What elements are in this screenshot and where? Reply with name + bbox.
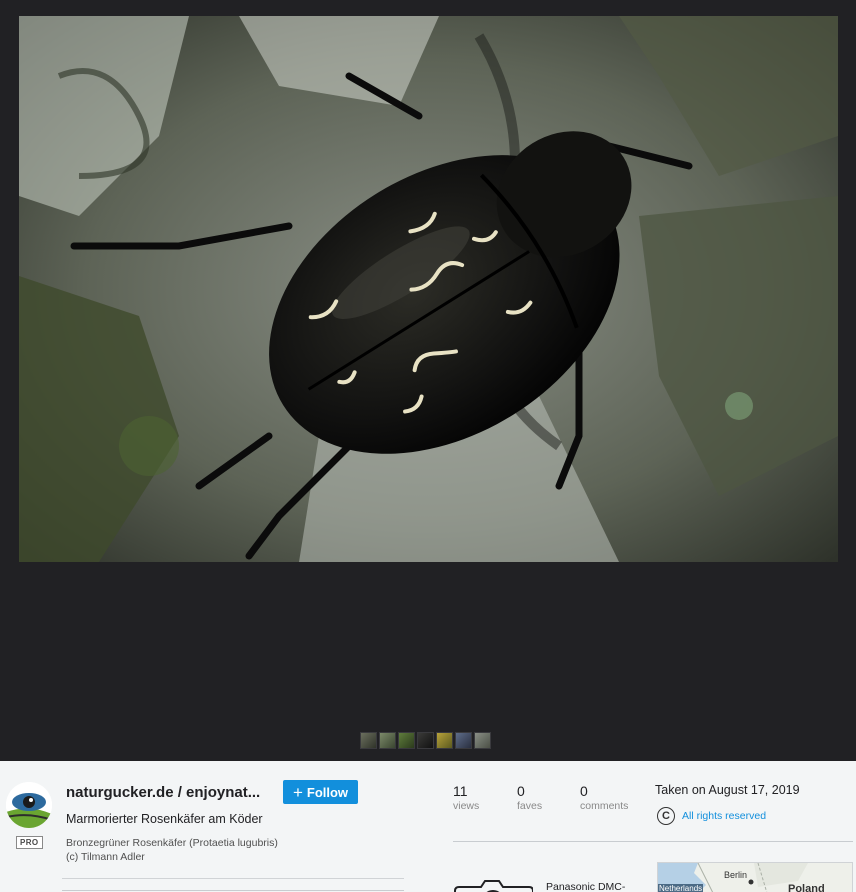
faves-label: faves <box>517 800 543 812</box>
thumbnail[interactable] <box>455 732 472 749</box>
owner-name[interactable]: naturgucker.de / enjoynat... <box>66 784 270 801</box>
views-label: views <box>453 800 480 812</box>
divider <box>62 878 404 879</box>
photo-title: Marmorierter Rosenkäfer am Köder <box>66 812 263 826</box>
map-label-netherlands: Netherlands <box>658 884 704 892</box>
eye-logo-icon <box>6 782 52 828</box>
pro-badge: PRO <box>16 836 43 849</box>
views-count: 11 <box>453 783 468 799</box>
faves-stat: 0 faves <box>517 783 542 812</box>
faves-count: 0 <box>517 783 525 799</box>
description-line: (c) Tilmann Adler <box>66 851 145 863</box>
follow-label: Follow <box>306 784 349 800</box>
camera-name[interactable]: Panasonic DMC- <box>546 881 625 892</box>
map-label-berlin: Berlin <box>724 870 748 880</box>
camera-icon <box>454 880 533 892</box>
avatar[interactable] <box>6 782 52 828</box>
plus-icon: + <box>292 782 303 802</box>
thumbnail[interactable] <box>474 732 491 749</box>
comments-stat: 0 comments <box>580 783 628 812</box>
description-line: Bronzegrüner Rosenkäfer (Protaetia lugub… <box>66 837 278 849</box>
copyright-icon: C <box>657 807 675 825</box>
license-text[interactable]: All rights reserved <box>682 810 766 822</box>
thumbnail[interactable] <box>436 732 453 749</box>
map-label-poland: Poland <box>788 883 825 892</box>
date-taken[interactable]: Taken on August 17, 2019 <box>655 783 800 797</box>
views-stat: 11 views <box>453 783 479 812</box>
photo-description: Bronzegrüner Rosenkäfer (Protaetia lugub… <box>66 836 278 864</box>
photostream-thumbnails <box>360 732 491 749</box>
license[interactable]: C All rights reserved <box>657 807 766 825</box>
photo-info-panel: PRO naturgucker.de / enjoynat... + Follo… <box>0 761 856 892</box>
thumbnail[interactable] <box>379 732 396 749</box>
thumbnail[interactable] <box>398 732 415 749</box>
comments-count: 0 <box>580 783 588 799</box>
comments-label: comments <box>580 800 629 812</box>
thumbnail[interactable] <box>417 732 434 749</box>
comment-box-edge <box>62 890 404 891</box>
main-photo[interactable] <box>19 16 838 562</box>
location-map[interactable]: Berlin Netherlands Poland <box>657 862 853 892</box>
photo-viewer <box>0 0 856 761</box>
follow-button[interactable]: + Follow <box>283 780 358 804</box>
thumbnail[interactable] <box>360 732 377 749</box>
divider <box>453 841 853 842</box>
